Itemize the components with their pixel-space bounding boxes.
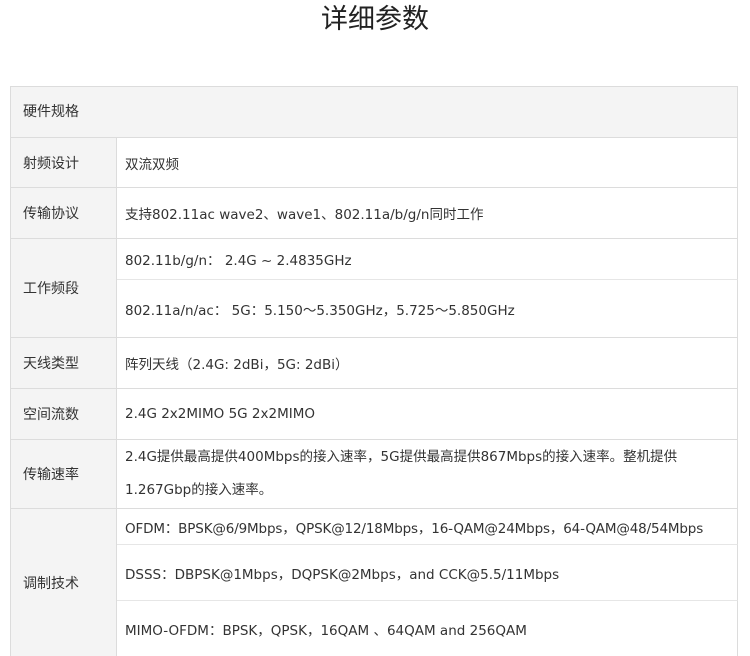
row-value: MIMO-OFDM：BPSK，QPSK，16QAM 、64QAM and 256… bbox=[117, 600, 738, 656]
section-header-row: 硬件规格 bbox=[11, 87, 738, 138]
row-value: 双流双频 bbox=[117, 138, 738, 187]
table-row: 空间流数 2.4G 2x2MIMO 5G 2x2MIMO bbox=[11, 389, 738, 440]
row-label: 调制技术 bbox=[11, 509, 117, 656]
section-header: 硬件规格 bbox=[11, 87, 738, 137]
row-value: 支持802.11ac wave2、wave1、802.11a/b/g/n同时工作 bbox=[117, 188, 738, 238]
table-row: 传输协议 支持802.11ac wave2、wave1、802.11a/b/g/… bbox=[11, 188, 738, 239]
row-label: 空间流数 bbox=[11, 389, 117, 439]
row-label: 工作频段 bbox=[11, 239, 117, 337]
row-value: 2.4G 2x2MIMO 5G 2x2MIMO bbox=[117, 389, 738, 439]
table-row: 传输速率 2.4G提供最高提供400Mbps的接入速率，5G提供最高提供867M… bbox=[11, 440, 738, 509]
table-row: 天线类型 阵列天线（2.4G: 2dBi，5G: 2dBi） bbox=[11, 338, 738, 389]
row-value: DSSS：DBPSK@1Mbps，DQPSK@2Mbps，and CCK@5.5… bbox=[117, 544, 738, 600]
row-value: 802.11b/g/n： 2.4G ~ 2.4835GHz bbox=[117, 239, 738, 279]
page-title: 详细参数 bbox=[321, 4, 429, 35]
spec-table: 硬件规格 射频设计 双流双频 传输协议 支持802.11ac wave2、wav… bbox=[10, 86, 738, 656]
table-row: 射频设计 双流双频 bbox=[11, 138, 738, 188]
row-value: 2.4G提供最高提供400Mbps的接入速率，5G提供最高提供867Mbps的接… bbox=[117, 440, 738, 508]
row-value: OFDM：BPSK@6/9Mbps，QPSK@12/18Mbps，16-QAM@… bbox=[117, 509, 738, 544]
row-value: 阵列天线（2.4G: 2dBi，5G: 2dBi） bbox=[117, 338, 738, 388]
table-row: 工作频段 802.11b/g/n： 2.4G ~ 2.4835GHz 802.1… bbox=[11, 239, 738, 338]
row-label: 传输协议 bbox=[11, 188, 117, 238]
row-label: 天线类型 bbox=[11, 338, 117, 388]
row-label: 传输速率 bbox=[11, 440, 117, 508]
row-value: 802.11a/n/ac： 5G：5.150～5.350GHz，5.725～5.… bbox=[117, 279, 738, 337]
table-row: 调制技术 OFDM：BPSK@6/9Mbps，QPSK@12/18Mbps，16… bbox=[11, 509, 738, 656]
row-label: 射频设计 bbox=[11, 138, 117, 187]
